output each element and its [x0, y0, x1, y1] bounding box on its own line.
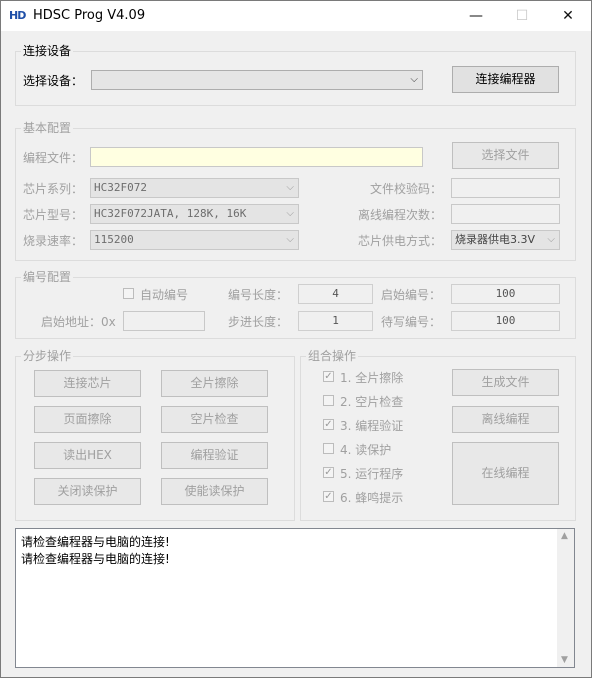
chevron-down-icon: ⌵: [547, 234, 555, 245]
app-logo-icon: HD: [9, 9, 26, 22]
buzzer-checkbox[interactable]: ✓: [323, 491, 334, 502]
combo-item-label: 3. 编程验证: [340, 419, 404, 433]
enable-read-protect-button[interactable]: 使能读保护: [161, 478, 268, 505]
scroll-up-icon[interactable]: ▲: [561, 531, 568, 541]
combo-item-label: 5. 运行程序: [340, 467, 404, 481]
auto-number-label: 自动编号: [140, 288, 189, 302]
checksum-field: [451, 178, 560, 198]
pending-number-field[interactable]: 100: [451, 311, 560, 331]
start-number-field[interactable]: 100: [451, 284, 560, 304]
blank-check-button[interactable]: 空片检查: [161, 406, 268, 433]
close-button[interactable]: ✕: [545, 1, 591, 31]
chevron-down-icon: ⌵: [410, 74, 418, 85]
log-output[interactable]: 请检查编程器与电脑的连接! 请检查编程器与电脑的连接! ▲ ▼: [15, 528, 575, 668]
program-file-label: 编程文件：: [23, 151, 84, 165]
minimize-button[interactable]: —: [453, 1, 499, 31]
title-bar: HD HDSC Prog V4.09 — ☐ ✕: [1, 1, 591, 31]
program-verify-button[interactable]: 编程验证: [161, 442, 268, 469]
burn-rate-select[interactable]: 115200 ⌵: [90, 230, 299, 250]
chip-model-select[interactable]: HC32F072JATA, 128K, 16K ⌵: [90, 204, 299, 224]
log-scrollbar[interactable]: ▲ ▼: [557, 529, 574, 667]
connect-programmer-button[interactable]: 连接编程器: [452, 66, 559, 93]
disable-read-protect-button[interactable]: 关闭读保护: [34, 478, 141, 505]
combo-item-label: 4. 读保护: [340, 443, 392, 457]
program-file-field[interactable]: [90, 147, 423, 167]
program-verify-checkbox[interactable]: ✓: [323, 419, 334, 430]
window-title: HDSC Prog V4.09: [33, 8, 146, 23]
online-program-button[interactable]: 在线编程: [452, 442, 559, 505]
power-mode-value: 烧录器供电3.3V: [455, 233, 536, 246]
start-address-field[interactable]: [123, 311, 205, 331]
step-length-label: 步进长度：: [228, 315, 289, 329]
app-window: HD HDSC Prog V4.09 — ☐ ✕ 连接设备 选择设备： ⌵ 连接…: [0, 0, 592, 678]
auto-number-checkbox[interactable]: [123, 288, 134, 299]
burn-rate-label: 烧录速率：: [23, 234, 84, 248]
power-mode-label: 芯片供电方式：: [358, 234, 443, 248]
connect-chip-button[interactable]: 连接芯片: [34, 370, 141, 397]
log-line: 请检查编程器与电脑的连接!: [21, 552, 170, 566]
chip-series-label: 芯片系列：: [23, 182, 84, 196]
start-address-label: 启始地址：0x: [41, 315, 116, 329]
run-program-checkbox[interactable]: ✓: [323, 467, 334, 478]
step-ops-title: 分步操作: [21, 347, 74, 364]
chip-model-label: 芯片型号：: [23, 208, 84, 222]
generate-file-button[interactable]: 生成文件: [452, 369, 559, 396]
combo-item-label: 6. 蜂鸣提示: [340, 491, 404, 505]
chevron-down-icon: ⌵: [286, 208, 294, 219]
burn-rate-value: 115200: [94, 233, 134, 246]
number-length-label: 编号长度：: [228, 288, 289, 302]
chip-model-value: HC32F072JATA, 128K, 16K: [94, 207, 247, 220]
offline-count-label: 离线编程次数：: [358, 208, 443, 222]
combo-ops-title: 组合操作: [306, 347, 359, 364]
select-file-button[interactable]: 选择文件: [452, 142, 559, 169]
scroll-down-icon[interactable]: ▼: [561, 655, 568, 665]
chip-series-select[interactable]: HC32F072 ⌵: [90, 178, 299, 198]
chevron-down-icon: ⌵: [286, 182, 294, 193]
numbering-group-title: 编号配置: [21, 268, 74, 285]
number-length-field[interactable]: 4: [298, 284, 373, 304]
offline-program-button[interactable]: 离线编程: [452, 406, 559, 433]
blank-check-checkbox[interactable]: [323, 395, 334, 406]
erase-checkbox[interactable]: ✓: [323, 371, 334, 382]
read-protect-checkbox[interactable]: [323, 443, 334, 454]
full-erase-button[interactable]: 全片擦除: [161, 370, 268, 397]
read-hex-button[interactable]: 读出HEX: [34, 442, 141, 469]
start-number-label: 启始编号：: [381, 288, 442, 302]
offline-count-field: [451, 204, 560, 224]
chevron-down-icon: ⌵: [286, 234, 294, 245]
chip-series-value: HC32F072: [94, 181, 147, 194]
checksum-label: 文件校验码：: [370, 182, 443, 196]
select-device-label: 选择设备：: [23, 74, 84, 88]
page-erase-button[interactable]: 页面擦除: [34, 406, 141, 433]
combo-item-label: 2. 空片检查: [340, 395, 404, 409]
pending-number-label: 待写编号：: [381, 315, 442, 329]
log-line: 请检查编程器与电脑的连接!: [21, 535, 170, 549]
connect-group-title: 连接设备: [21, 42, 74, 59]
maximize-button[interactable]: ☐: [499, 1, 545, 31]
device-select[interactable]: ⌵: [91, 70, 423, 90]
power-mode-select[interactable]: 烧录器供电3.3V ⌵: [451, 230, 560, 250]
basic-config-title: 基本配置: [21, 119, 74, 136]
combo-item-label: 1. 全片擦除: [340, 371, 404, 385]
step-length-field[interactable]: 1: [298, 311, 373, 331]
